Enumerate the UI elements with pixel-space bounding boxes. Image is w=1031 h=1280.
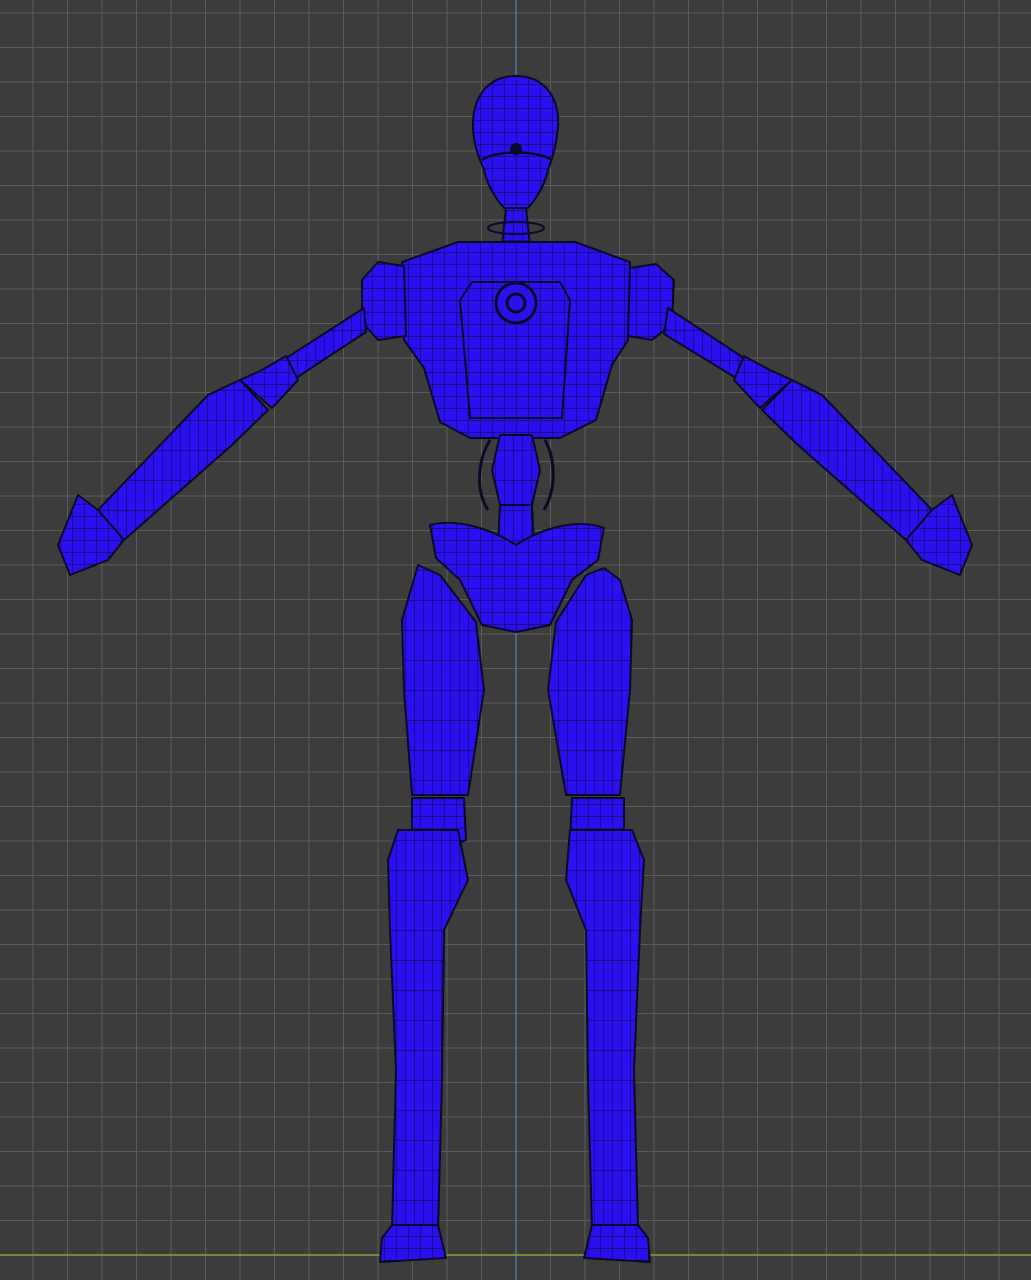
robot-right-forearm[interactable] (761, 379, 933, 541)
robot-head[interactable] (471, 75, 560, 211)
robot-spine-cable-right (542, 439, 555, 511)
robot-left-foot[interactable] (379, 1224, 447, 1263)
robot-left-upper-arm[interactable] (279, 307, 367, 379)
robot-spine[interactable] (491, 434, 541, 506)
robot-right-shin[interactable] (565, 829, 645, 1231)
robot-neck[interactable] (501, 207, 531, 246)
robot-left-forearm[interactable] (97, 379, 269, 541)
viewport-canvas[interactable] (0, 0, 1031, 1280)
robot-left-shin[interactable] (387, 829, 469, 1231)
robot-chest-port (494, 281, 538, 325)
robot-left-shoulder[interactable] (361, 261, 407, 341)
3d-viewport[interactable] (0, 0, 1031, 1280)
robot-right-foot[interactable] (583, 1224, 651, 1263)
robot-right-upper-arm[interactable] (663, 307, 751, 379)
robot-eye (510, 143, 522, 155)
